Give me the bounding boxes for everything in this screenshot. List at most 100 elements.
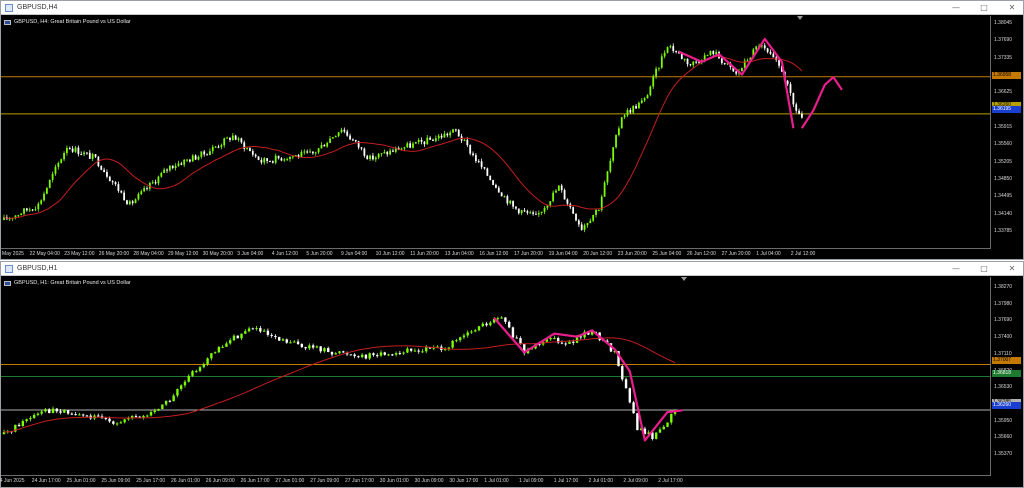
candle-body <box>452 129 454 133</box>
candle-body <box>206 358 209 365</box>
chart-shift-marker[interactable] <box>681 277 687 281</box>
candle-body <box>618 128 620 136</box>
candle-body <box>195 371 198 373</box>
candle-body <box>191 155 194 162</box>
candle-body <box>108 176 111 182</box>
candle-body <box>612 147 615 161</box>
candle-body <box>629 110 632 113</box>
zigzag-indicator-line <box>678 37 795 129</box>
candle-body <box>289 342 292 344</box>
candle-body <box>91 154 94 159</box>
candle-body <box>51 173 54 180</box>
time-scale[interactable]: 21 May 2025 22 May 04:00 23 May 12:0026 Ma… <box>0 248 991 258</box>
window-title: GBPUSD,H4 <box>17 4 58 11</box>
time-scale-tick: 1 Jul 04:00 <box>756 251 781 257</box>
candle-body <box>217 346 221 353</box>
candle-body <box>366 155 369 160</box>
candle-body <box>603 182 606 197</box>
candle-body <box>160 172 163 177</box>
candle-body <box>247 328 251 332</box>
time-scale-tick: 5 Jun 20:00 <box>306 251 333 257</box>
price-scale-tick: 1.35915 <box>994 124 1013 130</box>
candle-body <box>658 67 660 69</box>
candle-body <box>386 151 389 155</box>
candle-body <box>37 203 40 210</box>
candle-body <box>311 345 315 348</box>
price-scale-tick: 1.37690 <box>994 37 1013 44</box>
candle-body <box>497 187 500 193</box>
price-level-label: 1.36958 <box>992 72 1021 79</box>
candle-body <box>151 182 154 184</box>
candle-body <box>187 375 190 382</box>
candle-body <box>474 330 477 332</box>
close-icon[interactable]: ✕ <box>1007 2 1017 14</box>
candle-body <box>670 413 673 423</box>
price-scale[interactable]: 1.380451.376901.373351.369801.366251.362… <box>990 16 1023 248</box>
price-level-label: 1.36195 <box>992 106 1021 113</box>
candle-body <box>326 142 329 147</box>
time-scale-tick: 30 Jun 09:00 <box>414 478 444 484</box>
candle-body <box>477 326 481 331</box>
candle-body <box>364 354 368 359</box>
candle-body <box>766 48 769 53</box>
candle-body <box>120 190 123 193</box>
maximize-icon[interactable]: □ <box>979 2 989 14</box>
candle-body <box>191 371 194 376</box>
price-scale[interactable]: 1.38270 1.37980 1.37690 1.37400 1.37110 1.368… <box>990 277 1023 475</box>
candle-body <box>660 56 663 68</box>
candle-body <box>206 154 208 156</box>
price-scale-tick: 1.37335 <box>994 54 1013 61</box>
candle-body <box>304 347 307 349</box>
window-titlebar[interactable]: GBPUSD,H4 — □ ✕ <box>1 1 1023 15</box>
minimize-icon[interactable]: — <box>951 2 961 14</box>
candle-body <box>128 201 131 205</box>
candle-body <box>104 418 107 420</box>
candle-body <box>706 55 709 57</box>
price-scale-tick: 1.37980 <box>994 300 1013 307</box>
candle-body <box>269 161 271 163</box>
candle-body <box>83 152 85 155</box>
candle-body <box>519 337 522 345</box>
chart-window-icon <box>5 3 13 12</box>
candle-body <box>675 51 677 53</box>
candle-body <box>349 135 351 140</box>
time-scale[interactable]: 24 Jun 2025 24 Jun 17:00 25 Jun 01:00 25 Ju… <box>0 475 991 485</box>
chart-window-h1[interactable]: GBPUSD,H1 — □ ✕ GBPUSD, H1: Great Britai… <box>0 261 1024 488</box>
candle-body <box>517 208 520 214</box>
candle-body <box>164 400 168 405</box>
maximize-icon[interactable]: □ <box>979 263 989 275</box>
candle-body <box>564 343 567 345</box>
candle-body <box>409 348 413 351</box>
chart-window-h4[interactable]: GBPUSD,H4 — □ ✕ GBPUSD, H4: Great Britai… <box>0 0 1024 260</box>
price-scale-tick: 1.35950 <box>994 417 1013 424</box>
candle-body <box>255 328 258 330</box>
candle-body <box>88 152 91 159</box>
candle-body <box>146 188 148 190</box>
candle-body <box>394 353 398 355</box>
candle-body <box>652 76 655 87</box>
candle-body <box>240 138 243 143</box>
candle-body <box>44 409 47 412</box>
price-chart-area[interactable]: GBPUSD, H4: Great Britain Pound vs US Do… <box>1 16 991 248</box>
candle-body <box>117 184 120 191</box>
candle-body <box>646 95 649 99</box>
candle-body <box>763 45 766 49</box>
minimize-icon[interactable]: — <box>951 263 961 275</box>
candle-body <box>23 208 25 214</box>
candle-body <box>592 214 595 221</box>
time-scale-tick: 26 May 20:00 <box>98 251 130 257</box>
candle-body <box>103 169 105 173</box>
chart-shift-marker[interactable] <box>797 16 803 20</box>
candle-body <box>425 347 428 352</box>
window-titlebar[interactable]: GBPUSD,H1 — □ ✕ <box>1 262 1023 276</box>
candle-body <box>789 84 792 94</box>
candle-body <box>32 414 36 418</box>
candle-body <box>372 155 374 160</box>
candle-body <box>85 415 89 417</box>
close-icon[interactable]: ✕ <box>1007 263 1017 275</box>
candle-body <box>695 61 698 63</box>
candle-body <box>500 192 503 197</box>
candle-body <box>77 147 80 155</box>
price-chart-area[interactable]: GBPUSD, H1: Great Britain Pound vs US Do… <box>1 277 991 475</box>
candle-body <box>311 151 314 154</box>
